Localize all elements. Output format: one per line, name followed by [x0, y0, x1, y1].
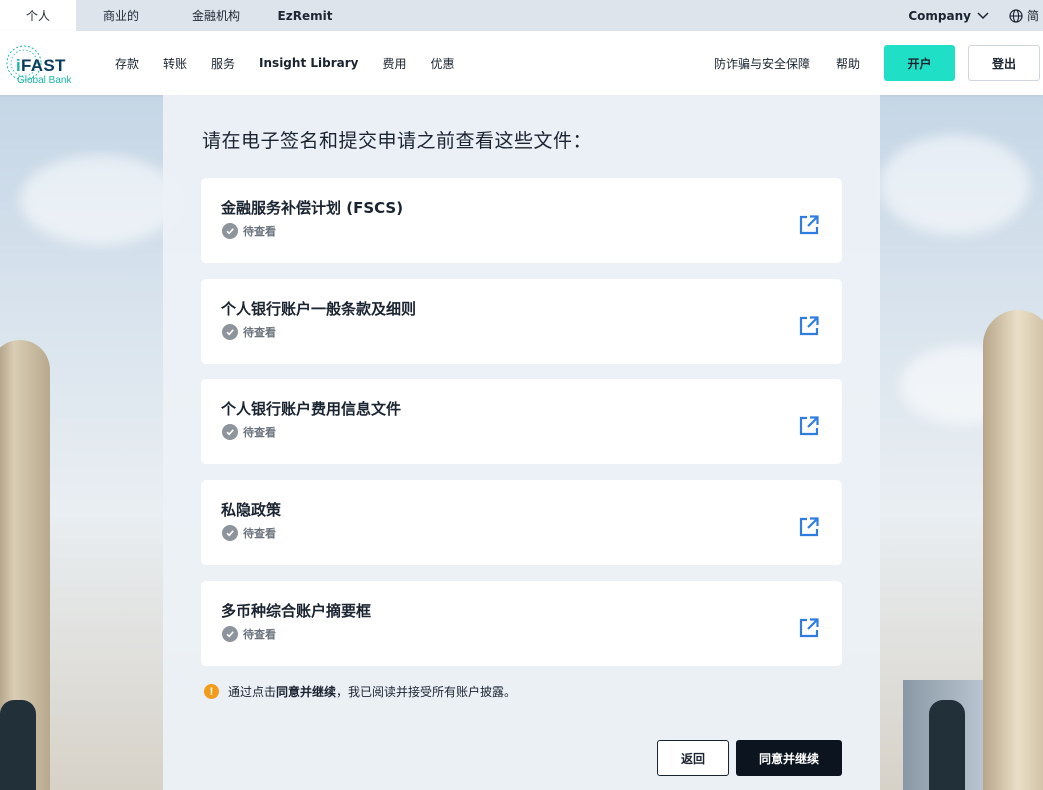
ifast-logo[interactable]: iFAST Global Bank	[2, 31, 97, 95]
document-title: 私隐政策	[221, 501, 282, 519]
language-switcher[interactable]: 简	[1009, 7, 1039, 24]
external-link-icon[interactable]	[798, 315, 820, 337]
external-link-icon[interactable]	[798, 214, 820, 236]
cloud	[880, 135, 1030, 235]
main-nav: iFAST Global Bank 存款 转账 服务 Insight Libra…	[0, 31, 1043, 95]
document-title: 个人银行账户一般条款及细则	[221, 300, 417, 318]
notice-suffix: ，我已阅读并接受所有账户披露。	[336, 685, 517, 699]
warning-icon: !	[204, 684, 219, 699]
page-title: 请在电子签名和提交申请之前查看这些文件：	[202, 130, 593, 152]
open-account-button[interactable]: 开户	[884, 45, 955, 81]
external-link-icon[interactable]	[798, 617, 820, 639]
document-title: 个人银行账户费用信息文件	[221, 400, 402, 418]
disclosure-notice: ! 通过点击 同意并继续 ，我已阅读并接受所有账户披露。	[204, 683, 516, 700]
document-title: 金融服务补偿计划 (FSCS)	[221, 199, 404, 217]
logout-button[interactable]: 登出	[968, 45, 1040, 81]
segment-bar: 个人 商业的 金融机构 EzRemit Company 简	[0, 0, 1043, 31]
nav-links: 存款 转账 服务 Insight Library 费用 优惠	[115, 55, 479, 72]
street-lamp-left	[0, 700, 36, 790]
check-circle-icon	[222, 424, 238, 440]
notice-prefix: 通过点击	[228, 685, 277, 699]
nav-item-deposits[interactable]: 存款	[115, 55, 139, 72]
nav-item-insight-library[interactable]: Insight Library	[259, 56, 358, 70]
external-link-icon[interactable]	[798, 415, 820, 437]
external-link-icon[interactable]	[798, 516, 820, 538]
document-card-multi-currency-summary: 多币种综合账户摘要框 待查看	[201, 581, 842, 666]
nav-item-fraud-security[interactable]: 防诈骗与安全保障	[714, 55, 810, 72]
document-status: 待查看	[222, 324, 276, 340]
segment-tab-ezremit[interactable]: EzRemit	[266, 0, 344, 31]
check-circle-icon	[222, 223, 238, 239]
document-status-label: 待查看	[243, 527, 276, 540]
document-status-label: 待查看	[243, 326, 276, 339]
globe-icon	[1009, 8, 1023, 23]
building-right	[983, 310, 1043, 790]
segment-tab-business[interactable]: 商业的	[76, 0, 166, 31]
street-lamp-right	[929, 700, 965, 790]
nav-right: 防诈骗与安全保障 帮助 开户 登出	[714, 45, 1043, 81]
document-status-label: 待查看	[243, 225, 276, 238]
document-review-panel: 请在电子签名和提交申请之前查看这些文件： 金融服务补偿计划 (FSCS) 待查看…	[163, 95, 880, 790]
document-status-label: 待查看	[243, 426, 276, 439]
document-card-fscs: 金融服务补偿计划 (FSCS) 待查看	[201, 178, 842, 263]
logo-letters-fast: FAST	[21, 56, 66, 75]
chevron-down-icon	[977, 11, 989, 19]
nav-item-services[interactable]: 服务	[211, 55, 235, 72]
document-card-privacy-policy: 私隐政策 待查看	[201, 480, 842, 565]
company-dropdown[interactable]: Company	[908, 9, 989, 23]
cloud	[20, 155, 180, 245]
company-label: Company	[908, 8, 971, 23]
document-card-fee-information: 个人银行账户费用信息文件 待查看	[201, 379, 842, 464]
logo-subtitle: Global Bank	[17, 75, 72, 86]
logo-wordmark: iFAST	[16, 56, 66, 76]
document-status: 待查看	[222, 525, 276, 541]
nav-item-transfers[interactable]: 转账	[163, 55, 187, 72]
segment-tab-financial-institutions[interactable]: 金融机构	[166, 0, 266, 31]
document-status-label: 待查看	[243, 628, 276, 641]
language-label: 简	[1026, 9, 1039, 23]
nav-item-offers[interactable]: 优惠	[430, 55, 454, 72]
nav-item-fees[interactable]: 费用	[382, 55, 406, 72]
document-status: 待查看	[222, 223, 276, 239]
document-status: 待查看	[222, 626, 276, 642]
notice-bold: 同意并继续	[276, 685, 337, 699]
segment-tab-personal[interactable]: 个人	[0, 0, 76, 31]
document-card-general-terms: 个人银行账户一般条款及细则 待查看	[201, 279, 842, 364]
document-title: 多币种综合账户摘要框	[221, 602, 372, 620]
document-status: 待查看	[222, 424, 276, 440]
check-circle-icon	[222, 626, 238, 642]
back-button[interactable]: 返回	[657, 740, 729, 776]
agree-continue-button[interactable]: 同意并继续	[736, 740, 842, 776]
check-circle-icon	[222, 324, 238, 340]
nav-item-help[interactable]: 帮助	[836, 55, 860, 72]
check-circle-icon	[222, 525, 238, 541]
